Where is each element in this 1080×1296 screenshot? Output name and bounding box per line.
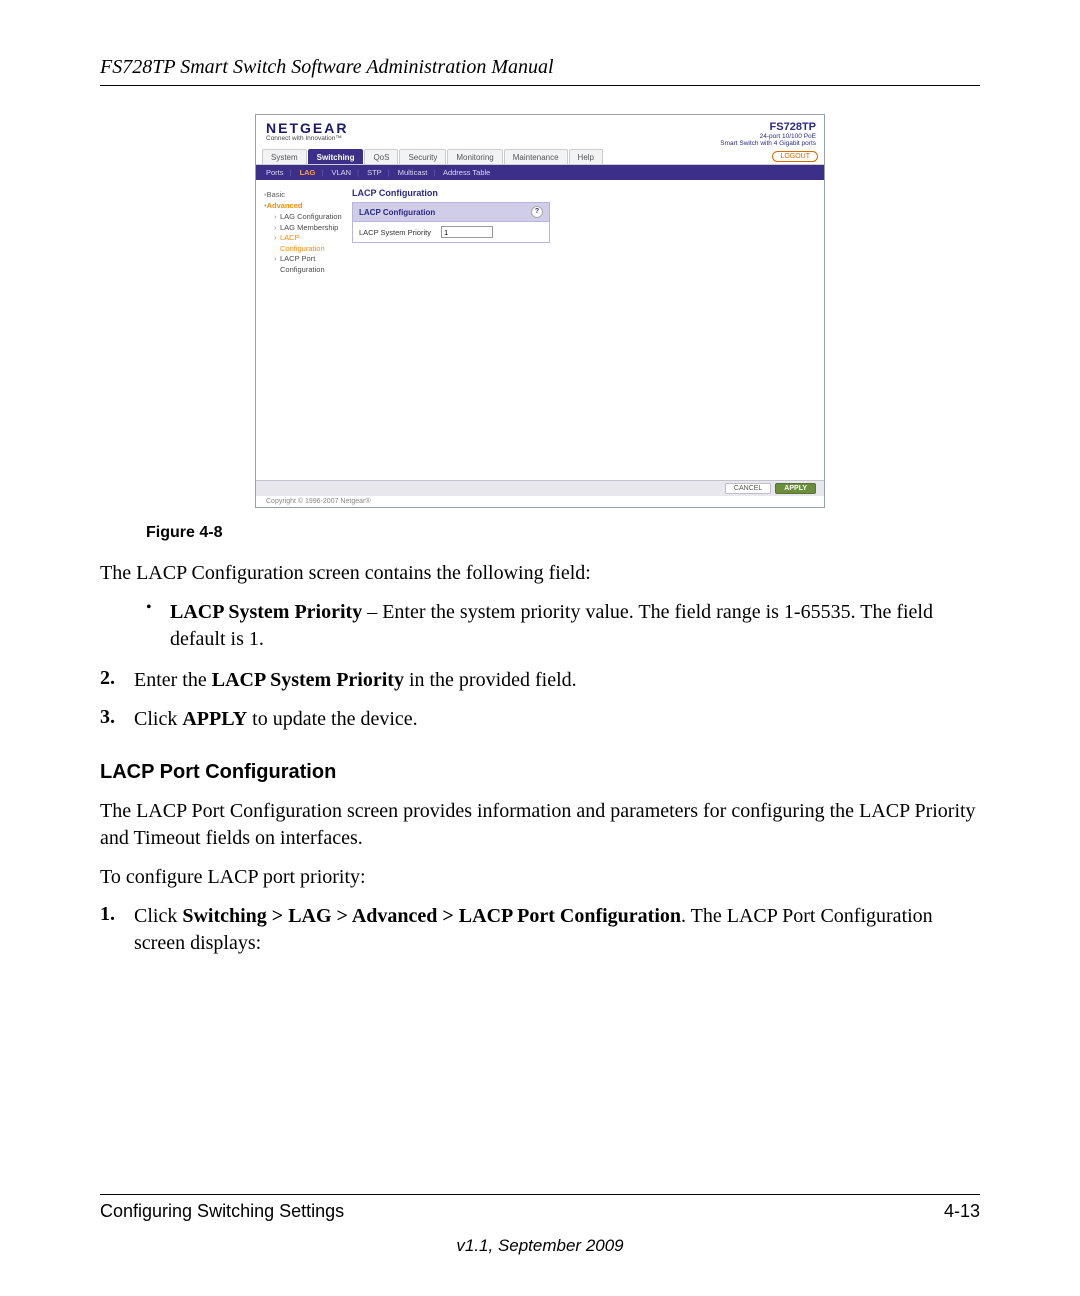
product-model: FS728TP [720,121,816,133]
sidebar: Basic Advanced LAG Configuration LAG Mem… [256,180,342,480]
subtab-multicast[interactable]: Multicast [398,168,428,177]
step-1-number: 1. [100,903,134,957]
footer-page-number: 4-13 [944,1201,980,1222]
content-panel: LACP Configuration LACP Configuration ? … [342,180,824,480]
page-header-title: FS728TP Smart Switch Software Administra… [100,56,980,79]
figure-label: Figure 4-8 [146,524,980,542]
bullet-item: • LACP System Priority – Enter the syste… [146,599,980,653]
tab-monitoring[interactable]: Monitoring [447,149,502,164]
subtab-address-table[interactable]: Address Table [443,168,490,177]
panel-box-heading: LACP Configuration [359,208,435,217]
help-icon[interactable]: ? [531,206,543,218]
sidebar-item-lacp-configuration[interactable]: LACP Configuration [274,233,342,254]
subtab-lag[interactable]: LAG [300,168,316,177]
product-sub1: 24-port 10/100 PoE [720,133,816,140]
tab-switching[interactable]: Switching [308,149,364,164]
product-sub2: Smart Switch with 4 Gigabit ports [720,140,816,147]
sub-tabs: Ports| LAG| VLAN| STP| Multicast| Addres… [256,165,824,180]
sidebar-item-lag-configuration[interactable]: LAG Configuration [274,212,342,223]
screenshot-copyright: Copyright © 1996-2007 Netgear® [256,496,824,507]
logout-button[interactable]: LOGOUT [772,151,818,162]
sidebar-item-lacp-port-configuration[interactable]: LACP Port Configuration [274,254,342,275]
tab-qos[interactable]: QoS [364,149,398,164]
step-3-bold: APPLY [182,708,247,730]
bullet-lead: LACP System Priority [170,601,362,623]
brand-logo: NETGEAR [266,121,348,135]
main-tabs: System Switching QoS Security Monitoring… [256,149,824,165]
apply-button[interactable]: APPLY [775,483,816,494]
step-1: 1. Click Switching > LAG > Advanced > LA… [100,903,980,957]
step-3-post: to update the device. [247,708,418,730]
intro-paragraph: The LACP Configuration screen contains t… [100,560,980,587]
lacp-system-priority-input[interactable] [441,226,493,238]
panel-title: LACP Configuration [352,188,814,198]
step-2-pre: Enter the [134,669,212,691]
step-2: 2. Enter the LACP System Priority in the… [100,667,980,694]
screenshot-lacp-configuration: NETGEAR Connect with Innovation™ FS728TP… [255,114,825,508]
step-2-post: in the provided field. [404,669,577,691]
step-2-bold: LACP System Priority [212,669,404,691]
brand-tagline: Connect with Innovation™ [266,135,348,142]
tab-security[interactable]: Security [399,149,446,164]
tab-system[interactable]: System [262,149,307,164]
footer-section-name: Configuring Switching Settings [100,1201,344,1222]
footer-rule [100,1194,980,1195]
lacp-system-priority-label: LACP System Priority [359,228,431,237]
step-1-bold: Switching > LAG > Advanced > LACP Port C… [182,905,681,927]
step-3-number: 3. [100,706,134,733]
step-3: 3. Click APPLY to update the device. [100,706,980,733]
sidebar-group-advanced[interactable]: Advanced [264,201,342,210]
footer-version: v1.1, September 2009 [100,1236,980,1256]
tab-help[interactable]: Help [569,149,603,164]
step-1-pre: Click [134,905,182,927]
subtab-stp[interactable]: STP [367,168,382,177]
section-paragraph-1: The LACP Port Configuration screen provi… [100,798,980,852]
sidebar-group-basic[interactable]: Basic [264,190,342,199]
step-3-pre: Click [134,708,182,730]
section-heading-lacp-port-config: LACP Port Configuration [100,761,980,784]
section-paragraph-2: To configure LACP port priority: [100,864,980,891]
sidebar-item-lag-membership[interactable]: LAG Membership [274,223,342,234]
cancel-button[interactable]: CANCEL [725,483,771,494]
subtab-vlan[interactable]: VLAN [331,168,351,177]
tab-maintenance[interactable]: Maintenance [504,149,568,164]
subtab-ports[interactable]: Ports [266,168,284,177]
step-2-number: 2. [100,667,134,694]
header-rule [100,85,980,86]
